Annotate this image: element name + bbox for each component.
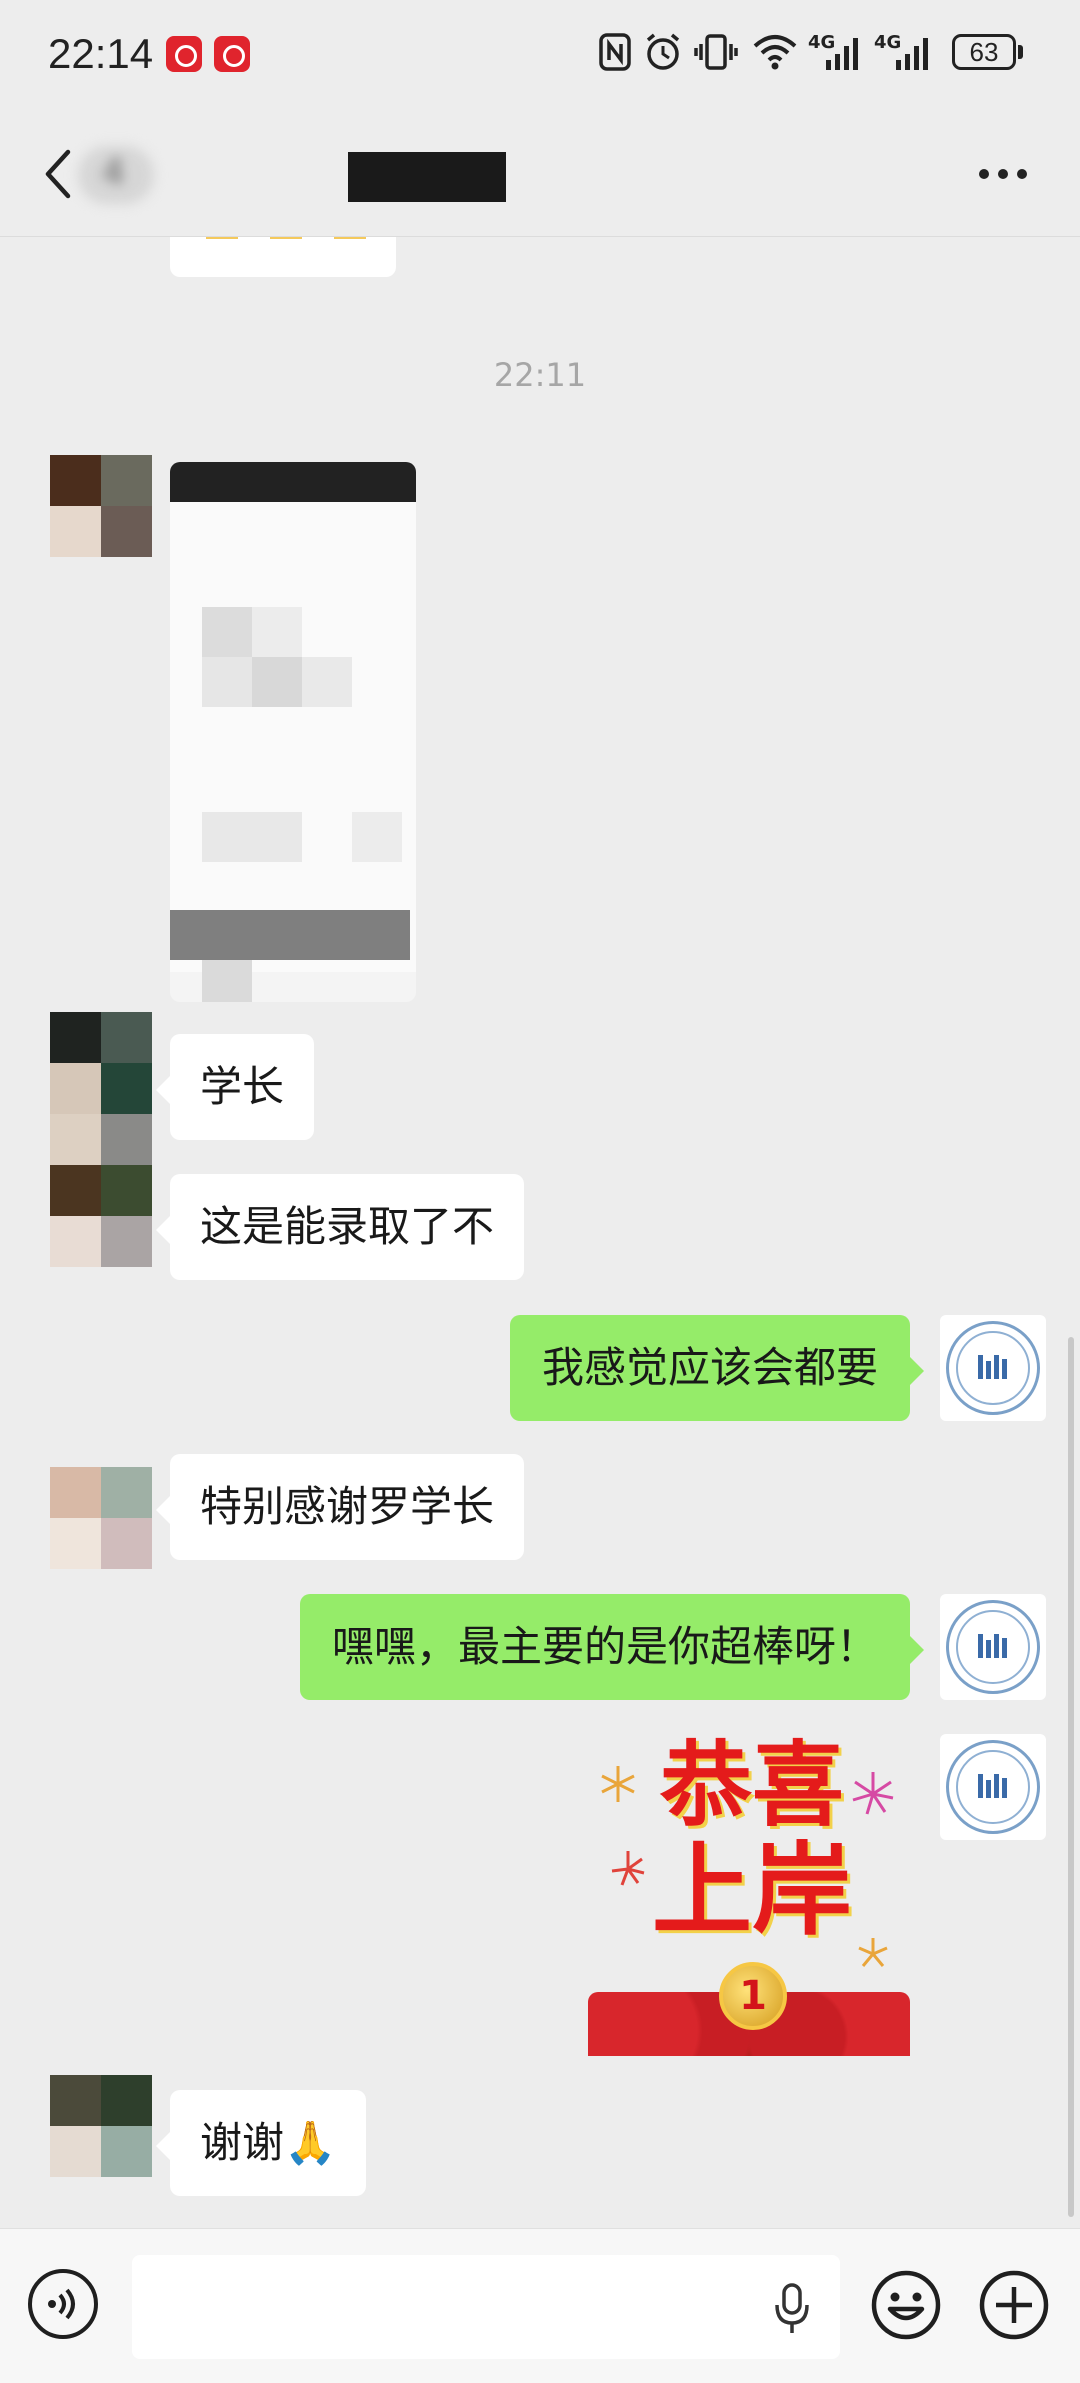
input-bar (0, 2228, 1080, 2383)
message-timestamp: 22:11 (493, 356, 587, 394)
nfc-icon (599, 33, 631, 71)
bubble-tail (156, 1216, 170, 1244)
previous-message-partial[interactable] (170, 237, 396, 277)
bubble-tail (910, 1636, 924, 1664)
scrollbar[interactable] (1068, 1337, 1074, 2217)
add-more-icon[interactable] (978, 2269, 1050, 2341)
chat-title-redacted (348, 152, 506, 202)
cellular-signal-icon: 4G (874, 32, 938, 72)
back-arrow-icon[interactable] (40, 144, 76, 204)
outgoing-message-bubble[interactable]: 嘿嘿，最主要的是你超棒呀！ (299, 1594, 910, 1700)
status-time: 22:14 (48, 30, 154, 77)
incoming-message-bubble[interactable]: 学长 (170, 1034, 315, 1140)
my-avatar[interactable] (940, 1594, 1046, 1700)
unread-count: 4 (102, 152, 125, 193)
bubble-tail (156, 1076, 170, 1104)
emoji-icon[interactable] (870, 2269, 942, 2341)
my-avatar[interactable] (940, 1315, 1046, 1421)
status-bar: 22:14 4G 4G 63 (0, 0, 1080, 110)
bubble-tail (156, 2132, 170, 2160)
bubble-tail (156, 1496, 170, 1524)
my-avatar[interactable] (940, 1734, 1046, 1840)
vibrate-icon (694, 34, 738, 70)
incoming-message-bubble[interactable]: 特别感谢罗学长 (170, 1454, 525, 1560)
voice-wave-icon (48, 2288, 75, 2320)
more-options-icon[interactable] (976, 162, 1030, 186)
battery-level: 63 (969, 37, 999, 67)
avatar[interactable] (50, 2075, 152, 2177)
image-message[interactable] (170, 462, 416, 1002)
outgoing-message-bubble[interactable]: 我感觉应该会都要 (509, 1315, 910, 1421)
chat-header: 4 (0, 110, 1080, 237)
cellular-signal-icon: 4G (808, 32, 864, 72)
message-input[interactable] (132, 2255, 840, 2359)
gold-medal-icon: 1 (719, 1962, 787, 2030)
sticker-text-line2: 上岸 (652, 1832, 852, 1949)
incoming-message-bubble[interactable]: 谢谢🙏 (170, 2090, 367, 2196)
unread-count-badge[interactable]: 4 (78, 146, 154, 204)
avatar[interactable] (50, 455, 152, 557)
avatar[interactable] (50, 1467, 152, 1569)
congratulations-sticker[interactable]: 恭喜 上岸 1 (588, 1734, 910, 2056)
bank-app-notification-icon (166, 36, 202, 72)
bubble-tail (910, 1357, 924, 1385)
wifi-icon (753, 35, 797, 70)
microphone-icon[interactable] (772, 2281, 812, 2337)
voice-mode-button[interactable] (28, 2269, 98, 2339)
incoming-message-bubble[interactable]: 这是能录取了不 (170, 1174, 525, 1280)
alarm-icon (646, 33, 680, 70)
battery-icon: 63 (952, 34, 1026, 72)
bank-app-notification-icon (214, 36, 250, 72)
sticker-text-line1: 恭喜 (659, 1732, 844, 1839)
avatar[interactable] (50, 1012, 152, 1267)
